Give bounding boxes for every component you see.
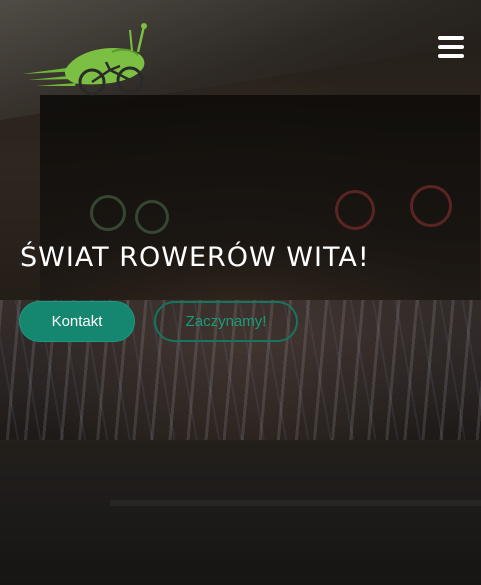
hamburger-menu-icon[interactable] — [438, 36, 464, 58]
menu-bar — [438, 45, 464, 49]
hero-title: ŚWIAT ROWERÓW WITA! — [20, 242, 370, 273]
hero-section: ŚWIAT ROWERÓW WITA! Kontakt Zaczynamy! — [0, 0, 481, 585]
menu-bar — [438, 36, 464, 40]
contact-button[interactable]: Kontakt — [19, 301, 135, 342]
site-logo-link[interactable] — [20, 22, 158, 100]
menu-bar — [438, 54, 464, 58]
cycling-snail-logo-icon — [22, 23, 147, 96]
start-button[interactable]: Zaczynamy! — [154, 301, 298, 342]
